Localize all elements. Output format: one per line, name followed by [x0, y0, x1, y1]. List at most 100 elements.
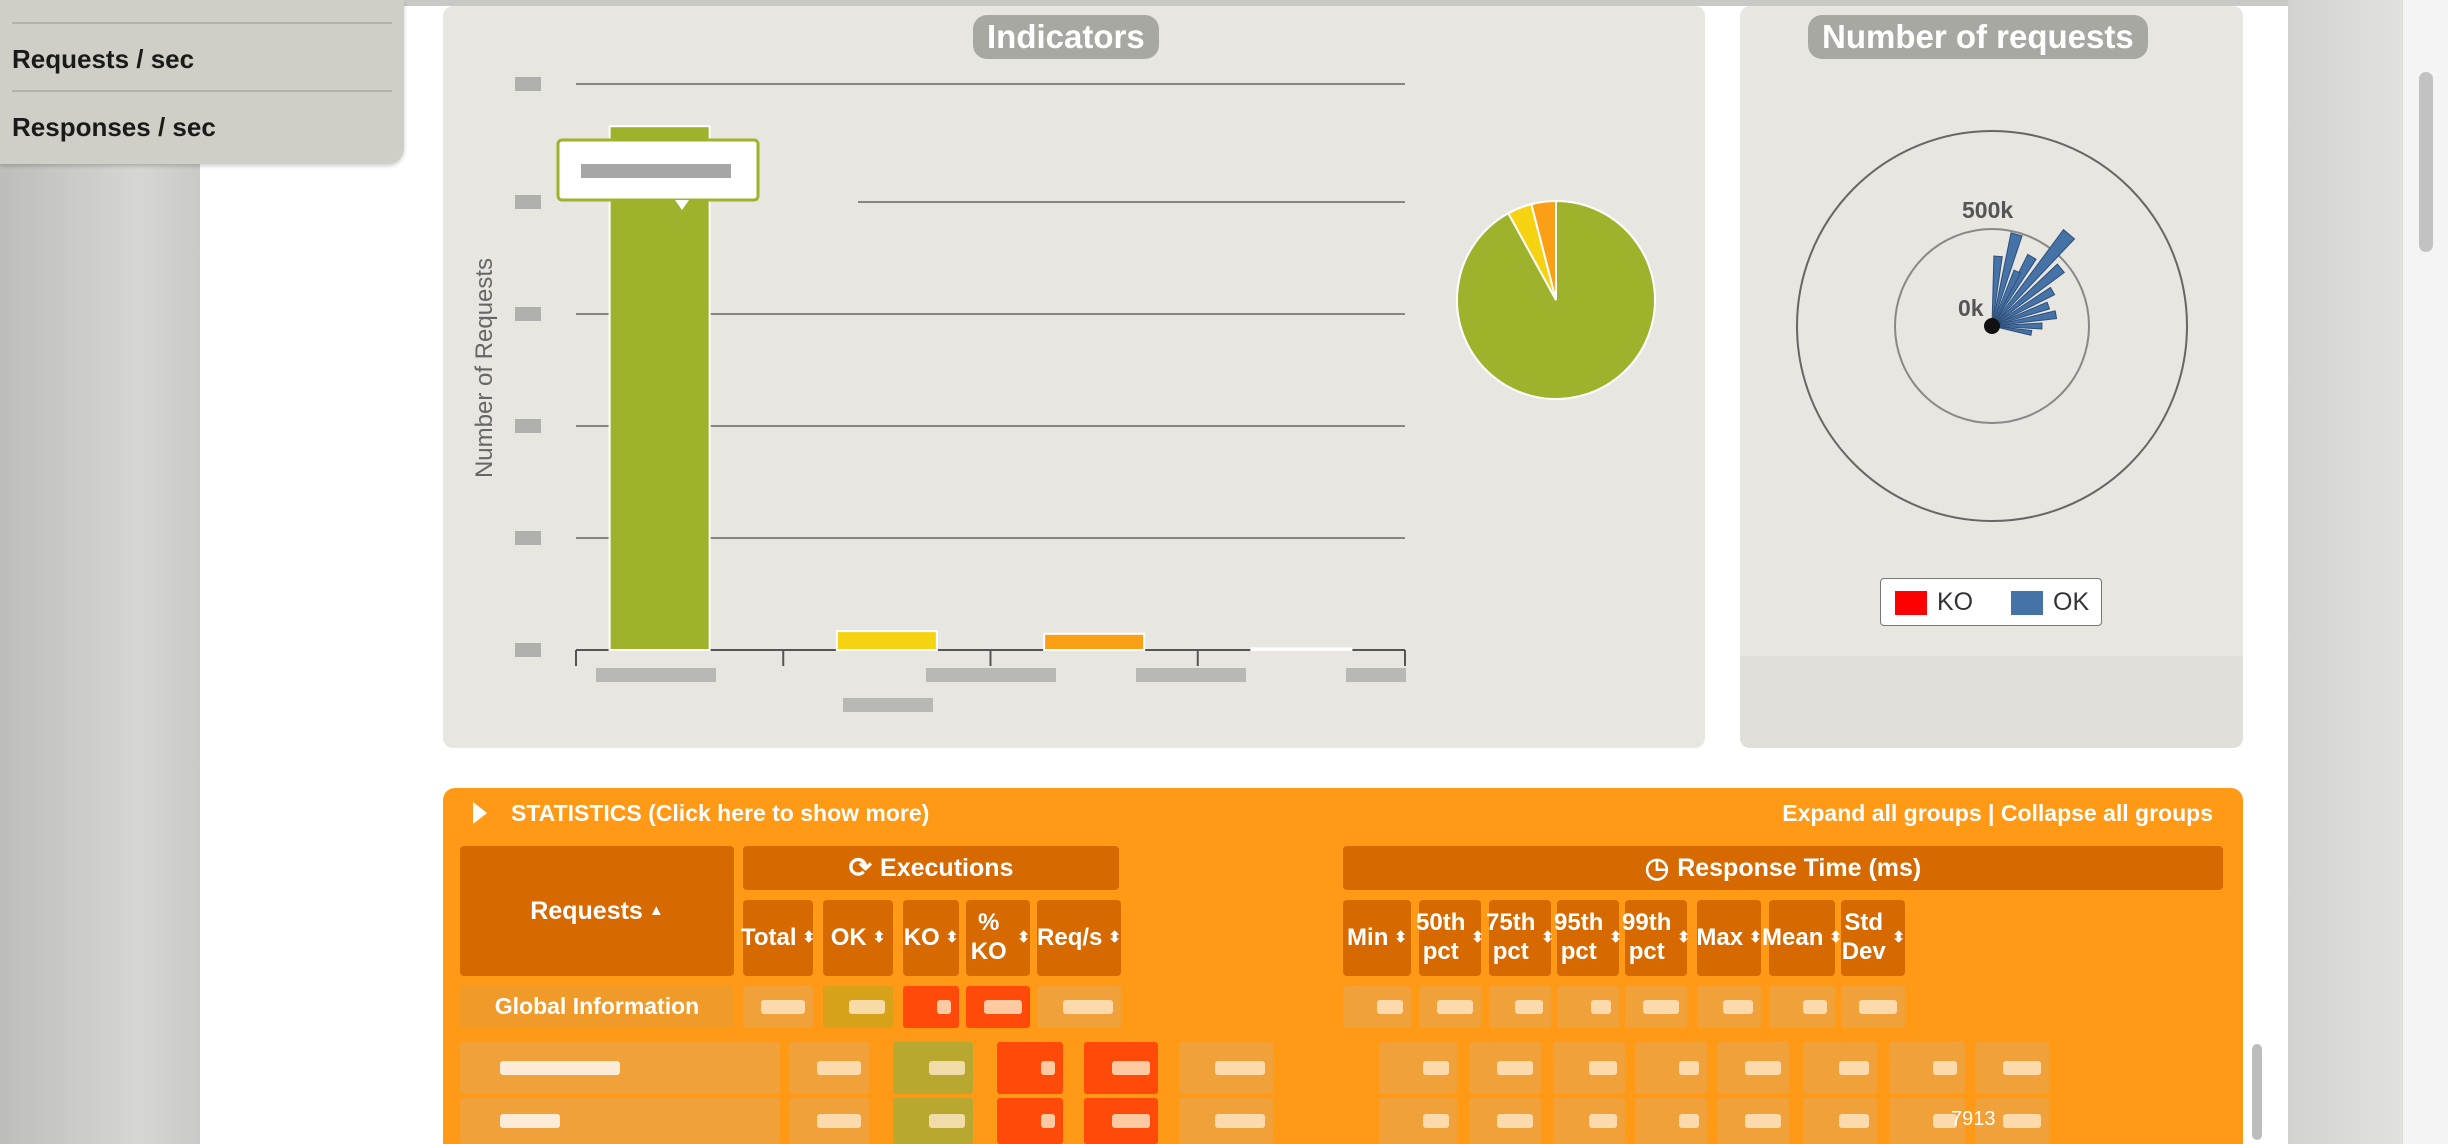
redacted-value	[761, 1000, 805, 1014]
x-tick-label	[1136, 668, 1246, 682]
header-requests[interactable]: Requests ▲	[460, 846, 734, 976]
header-max-label: Max	[1696, 923, 1744, 951]
executions-label: Executions	[880, 854, 1014, 882]
table-cell	[1379, 1042, 1457, 1094]
y-axis-label: Number of Requests	[471, 258, 498, 478]
redacted-value	[937, 1000, 951, 1014]
header-requests-label: Requests	[530, 897, 643, 925]
sort-icon: ⬍	[1471, 929, 1484, 946]
header-total-label: Total	[740, 923, 797, 951]
y-tick-label	[515, 307, 541, 321]
redacted-value	[1591, 1000, 1611, 1014]
table-cell	[1889, 1042, 1965, 1094]
header-min[interactable]: Min ⬍	[1343, 900, 1411, 976]
table-cell	[1557, 986, 1619, 1028]
table-cell	[1553, 1042, 1625, 1094]
x-tick-label	[596, 668, 716, 682]
y-tick-label	[515, 643, 541, 657]
response-time-label: Response Time (ms)	[1677, 854, 1922, 882]
table-row-label[interactable]	[460, 1098, 780, 1144]
menu-item-requests-per-sec[interactable]: Requests / sec	[12, 44, 194, 75]
table-cell	[1179, 1042, 1273, 1094]
ring-label-0k: 0k	[1958, 295, 1984, 321]
redacted-value	[1423, 1061, 1449, 1075]
refresh-icon: ⟳	[848, 852, 873, 884]
header-ok[interactable]: OK ⬍	[823, 900, 893, 976]
sort-icon: ⬍	[1394, 929, 1407, 946]
header-p99-label: 99th pct	[1622, 909, 1672, 965]
sort-icon: ⬍	[1749, 929, 1762, 946]
x-tick-label	[843, 698, 933, 712]
bar-series	[608, 125, 1353, 652]
requests-legend: KO OK	[1880, 578, 2102, 626]
indicators-pie	[1456, 199, 1657, 400]
header-ko[interactable]: KO ⬍	[903, 900, 959, 976]
redacted-value	[1112, 1061, 1150, 1075]
table-cell	[997, 1098, 1063, 1144]
header-req-s[interactable]: Req/s ⬍	[1037, 900, 1121, 976]
redacted-value	[849, 1000, 885, 1014]
sort-icon: ⬍	[872, 929, 886, 946]
header-std-dev[interactable]: Std Dev ⬍	[1841, 900, 1905, 976]
expand-arrow-icon[interactable]	[473, 802, 487, 824]
header-p50[interactable]: 50th pct ⬍	[1416, 900, 1484, 976]
sort-icon: ⬍	[1892, 929, 1905, 946]
statistics-scrollbar[interactable]	[2248, 1040, 2266, 1144]
legend-ko-label[interactable]: KO	[1937, 588, 1973, 617]
redacted-text	[500, 1114, 560, 1128]
redacted-value	[1215, 1114, 1265, 1128]
table-cell	[743, 986, 813, 1028]
header-max[interactable]: Max ⬍	[1696, 900, 1762, 976]
menu-item-responses-per-sec[interactable]: Responses / sec	[12, 112, 216, 143]
table-cell	[1489, 986, 1551, 1028]
table-cell	[1343, 986, 1411, 1028]
collapse-all-link[interactable]: Collapse all groups	[2001, 800, 2213, 826]
table-cell	[903, 986, 959, 1028]
window-scrollbar[interactable]	[2402, 0, 2448, 1144]
bar-tooltip	[556, 138, 760, 210]
header-p95[interactable]: 95th pct ⬍	[1554, 900, 1622, 976]
table-cell	[1841, 986, 1905, 1028]
redacted-value	[1803, 1000, 1827, 1014]
header-req-s-label: Req/s	[1037, 923, 1103, 951]
table-cell	[789, 1098, 869, 1144]
expand-all-link[interactable]: Expand all groups	[1782, 800, 1981, 826]
header-min-label: Min	[1347, 923, 1389, 951]
redacted-value	[1679, 1114, 1699, 1128]
header-p99[interactable]: 99th pct ⬍	[1622, 900, 1690, 976]
header-p75[interactable]: 75th pct ⬍	[1486, 900, 1554, 976]
bar	[608, 125, 711, 651]
redacted-value	[1589, 1061, 1617, 1075]
legend-ok-swatch[interactable]	[2011, 591, 2043, 615]
header-executions: ⟳ Executions	[743, 846, 1119, 890]
statistics-scrollbar-thumb[interactable]	[2252, 1044, 2262, 1140]
menu-divider	[12, 22, 392, 24]
indicators-chart: Number of Requests	[471, 77, 1657, 712]
legend-ko-swatch[interactable]	[1895, 591, 1927, 615]
x-tick-label	[1346, 668, 1406, 682]
window-scrollbar-thumb[interactable]	[2419, 72, 2433, 252]
header-mean[interactable]: Mean ⬍	[1762, 900, 1842, 976]
header-std-dev-label: Std Dev	[1841, 909, 1886, 965]
table-cell	[1635, 1042, 1707, 1094]
y-tick-label	[515, 419, 541, 433]
header-p75-label: 75th pct	[1486, 909, 1536, 965]
table-cell	[1469, 1042, 1541, 1094]
right-background	[2288, 0, 2402, 1144]
bar	[835, 630, 938, 651]
redacted-value	[1839, 1061, 1869, 1075]
redacted-value	[1215, 1061, 1265, 1075]
redacted-value	[1497, 1114, 1533, 1128]
legend-ok-label[interactable]: OK	[2053, 588, 2089, 617]
statistics-title[interactable]: STATISTICS (Click here to show more)	[511, 800, 929, 827]
redacted-value	[1643, 1000, 1679, 1014]
header-total[interactable]: Total ⬍	[740, 900, 815, 976]
header-pct-ko[interactable]: % KO ⬍	[966, 900, 1030, 976]
sort-icon: ⬍	[1677, 929, 1690, 946]
redacted-value	[1377, 1000, 1403, 1014]
table-row-label[interactable]	[460, 1042, 780, 1094]
left-background	[0, 0, 200, 1144]
sort-icon: ⬍	[945, 929, 959, 946]
global-information-label[interactable]: Global Information	[460, 986, 734, 1028]
table-cell	[1697, 986, 1761, 1028]
